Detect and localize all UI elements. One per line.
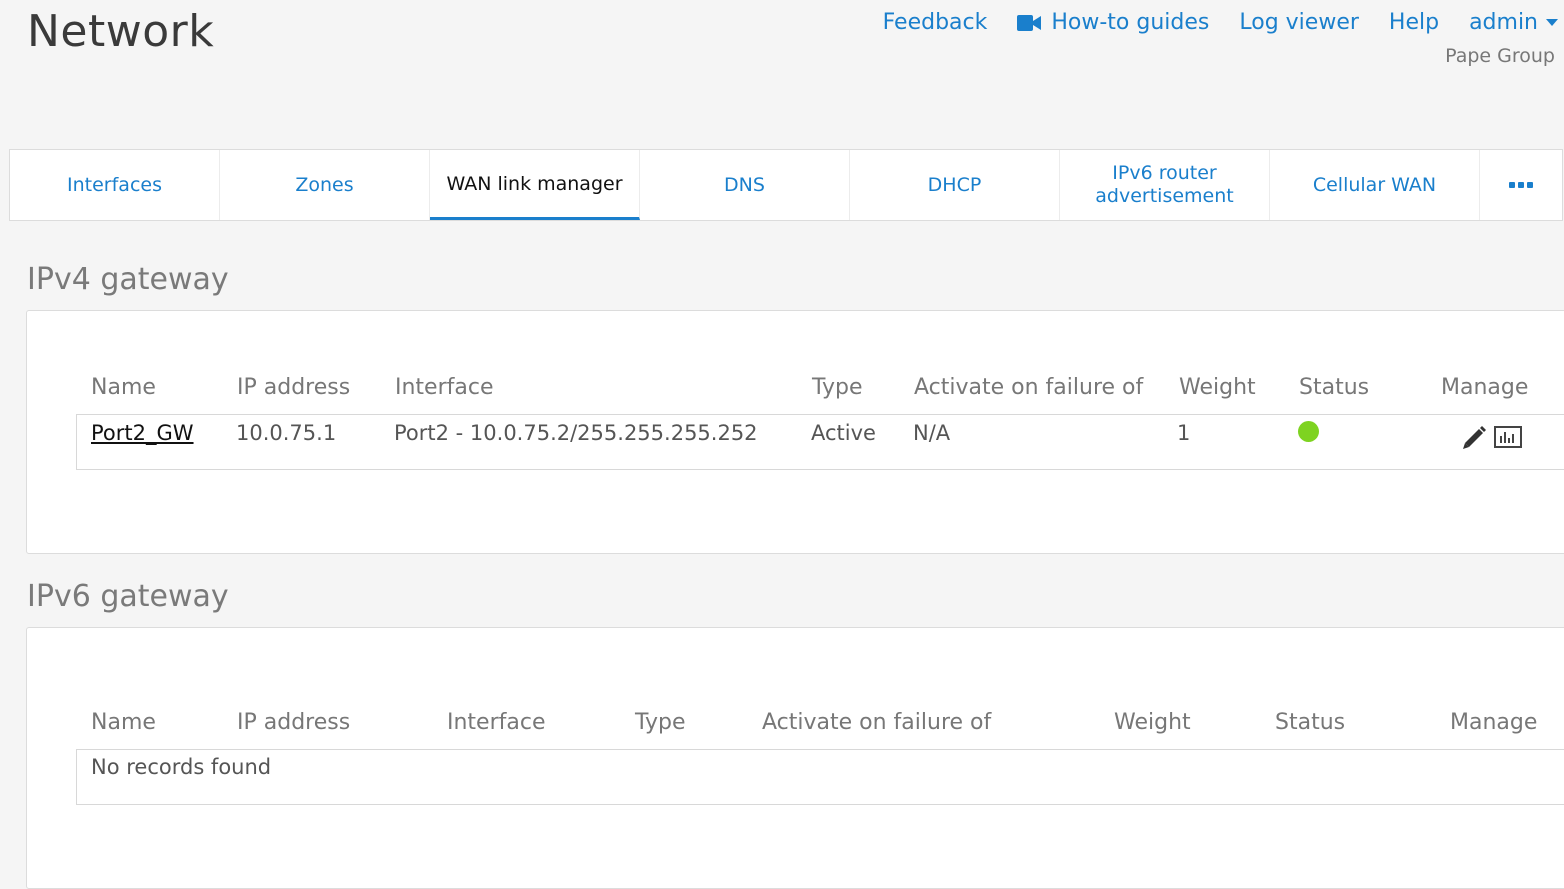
col-status[interactable]: Status: [1299, 375, 1369, 400]
gateway-name-link[interactable]: Port2_GW: [91, 421, 194, 445]
chevron-down-icon: [1546, 19, 1558, 26]
col-ip-address[interactable]: IP address: [237, 710, 350, 735]
bar-chart-icon[interactable]: [1494, 426, 1522, 453]
more-icon: [1509, 182, 1533, 188]
col-weight[interactable]: Weight: [1179, 375, 1256, 400]
organization-name: Pape Group: [1445, 45, 1555, 67]
ipv6-section-title: IPv6 gateway: [27, 579, 229, 614]
ipv4-section-title: IPv4 gateway: [27, 262, 229, 297]
tab-zones[interactable]: Zones: [220, 150, 430, 220]
howto-guides-label: How-to guides: [1051, 10, 1210, 35]
gateway-failover: N/A: [913, 421, 951, 445]
tab-bar: Interfaces Zones WAN link manager DNS DH…: [9, 149, 1563, 221]
user-name: admin: [1469, 10, 1538, 35]
status-indicator: [1298, 421, 1319, 442]
tab-more[interactable]: [1480, 150, 1562, 220]
col-manage: Manage: [1450, 710, 1538, 735]
user-menu[interactable]: admin: [1469, 10, 1558, 35]
col-status[interactable]: Status: [1275, 710, 1345, 735]
video-camera-icon: [1017, 12, 1051, 34]
edit-pencil-icon[interactable]: [1460, 424, 1488, 457]
ipv6-panel: Name IP address Interface Type Activate …: [26, 627, 1564, 889]
col-interface[interactable]: Interface: [447, 710, 546, 735]
gateway-type: Active: [811, 421, 876, 445]
tab-ipv6-router-advertisement[interactable]: IPv6 router advertisement: [1060, 150, 1270, 220]
col-type[interactable]: Type: [635, 710, 686, 735]
col-manage: Manage: [1441, 375, 1529, 400]
top-navigation: Feedback How-to guides Log viewer Help a…: [853, 10, 1558, 35]
howto-guides-link[interactable]: How-to guides: [1017, 10, 1209, 35]
col-name[interactable]: Name: [91, 710, 156, 735]
table-row: Port2_GW 10.0.75.1 Port2 - 10.0.75.2/255…: [76, 414, 1564, 470]
page-title: Network: [27, 6, 215, 57]
tab-interfaces[interactable]: Interfaces: [10, 150, 220, 220]
tab-dns[interactable]: DNS: [640, 150, 850, 220]
tab-ipv6-label: IPv6 router advertisement: [1095, 162, 1234, 207]
gateway-interface: Port2 - 10.0.75.2/255.255.255.252: [394, 421, 758, 445]
gateway-ip: 10.0.75.1: [236, 421, 337, 445]
tab-cellular-wan[interactable]: Cellular WAN: [1270, 150, 1480, 220]
help-link[interactable]: Help: [1389, 10, 1439, 35]
feedback-link[interactable]: Feedback: [883, 10, 988, 35]
col-weight[interactable]: Weight: [1114, 710, 1191, 735]
tab-wan-link-manager[interactable]: WAN link manager: [430, 150, 640, 220]
col-interface[interactable]: Interface: [395, 375, 494, 400]
col-type[interactable]: Type: [812, 375, 863, 400]
log-viewer-link[interactable]: Log viewer: [1239, 10, 1359, 35]
no-records-text: No records found: [91, 755, 272, 779]
ipv4-panel: Name IP address Interface Type Activate …: [26, 310, 1564, 554]
gateway-weight: 1: [1177, 421, 1191, 445]
col-activate-on-failure[interactable]: Activate on failure of: [762, 710, 991, 735]
tab-dhcp[interactable]: DHCP: [850, 150, 1060, 220]
col-activate-on-failure[interactable]: Activate on failure of: [914, 375, 1143, 400]
col-ip-address[interactable]: IP address: [237, 375, 350, 400]
empty-row: No records found: [76, 749, 1564, 805]
col-name[interactable]: Name: [91, 375, 156, 400]
